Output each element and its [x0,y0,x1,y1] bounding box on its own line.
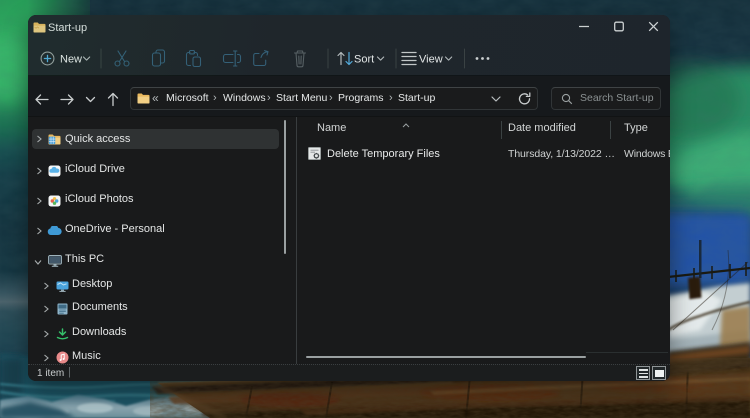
svg-text:Sort: Sort [354,54,374,66]
svg-text:View: View [419,54,443,66]
svg-text:New: New [60,54,82,66]
